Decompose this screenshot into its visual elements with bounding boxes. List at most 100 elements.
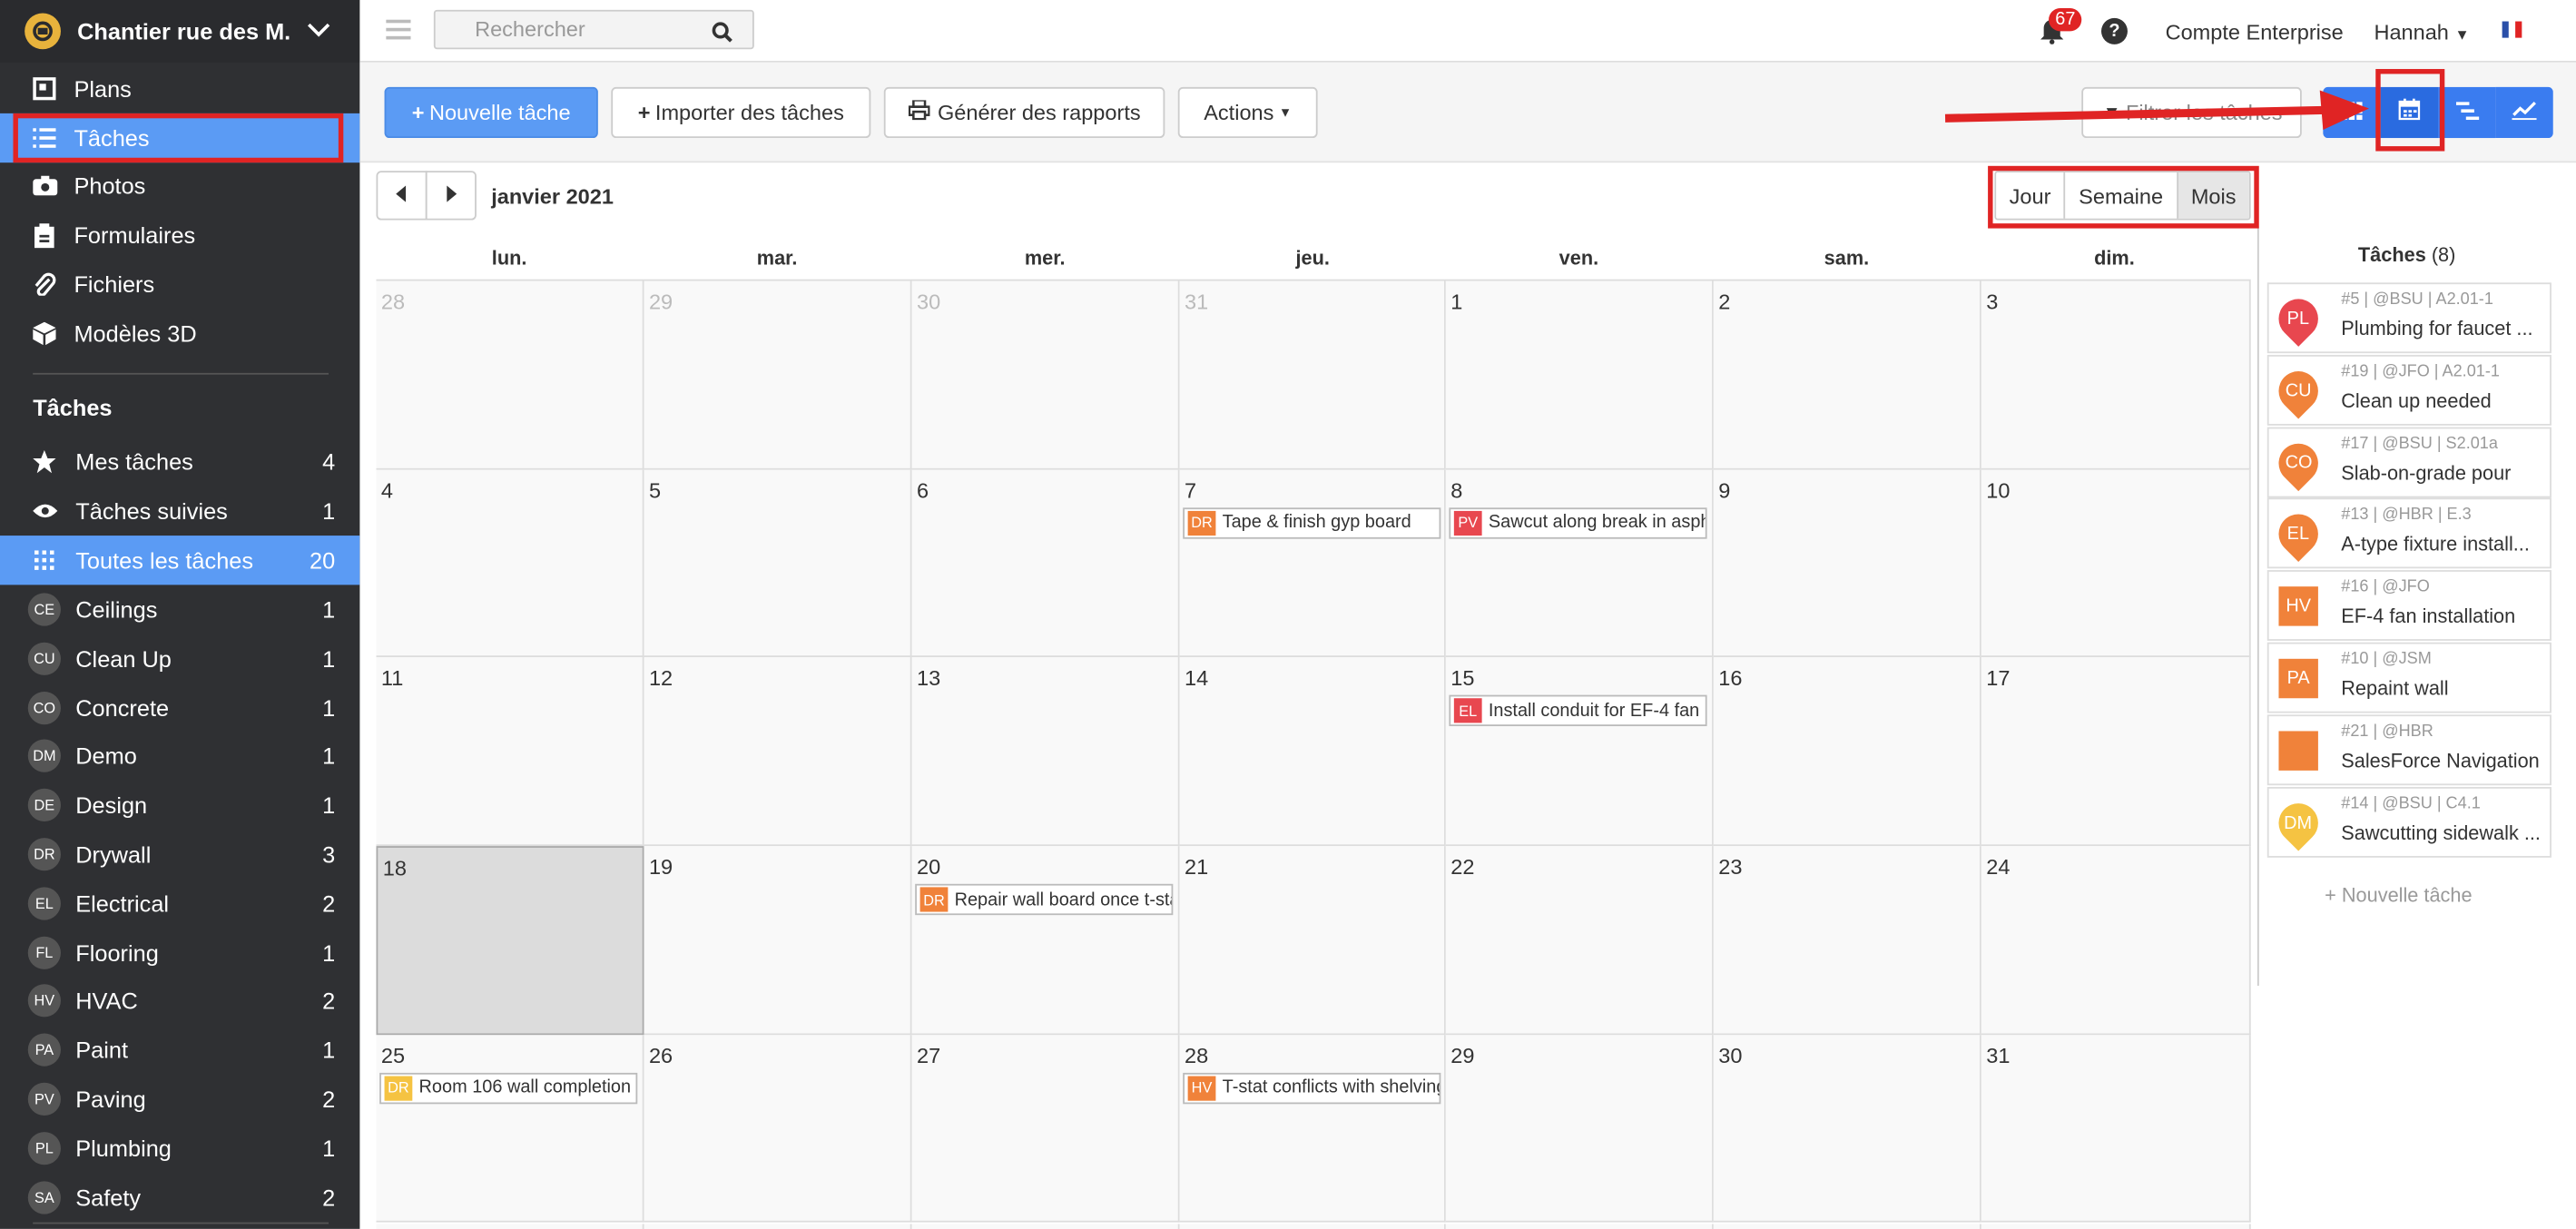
event-title: Sawcut along break in aspha — [1488, 513, 1707, 533]
calendar-day-cell[interactable]: 2 — [1713, 280, 1981, 470]
next-month-button[interactable] — [425, 171, 477, 221]
calendar-day-cell[interactable]: 28 — [376, 280, 644, 470]
calendar-day-cell[interactable]: 23 — [1713, 846, 1981, 1035]
calendar-day-cell[interactable]: 10 — [1981, 469, 2251, 658]
calendar-day-cell[interactable]: 3 — [1981, 280, 2251, 470]
filter-taches-suivies[interactable]: Tâches suivies 1 — [0, 487, 359, 536]
calendar-day-cell[interactable]: 21 — [1179, 846, 1446, 1035]
help-icon[interactable]: ? — [2100, 17, 2128, 44]
nav-modeles-3d[interactable]: Modèles 3D — [0, 309, 359, 358]
calendar-day-cell[interactable]: 6 — [911, 469, 1180, 658]
nav-formulaires[interactable]: Formulaires — [0, 211, 359, 260]
calendar-day-cell[interactable]: 9 — [1713, 469, 1981, 658]
category-flooring[interactable]: FL Flooring 1 — [0, 928, 359, 977]
calendar-day-cell[interactable]: 17 — [1981, 657, 2251, 847]
category-paving[interactable]: PV Paving 2 — [0, 1075, 359, 1124]
nav-plans[interactable]: Plans — [0, 64, 359, 113]
hamburger-icon[interactable] — [386, 19, 411, 44]
calendar-event[interactable]: DR Room 106 wall completion — [379, 1072, 638, 1104]
category-concrete[interactable]: CO Concrete 1 — [0, 683, 359, 732]
calendar-event[interactable]: DR Repair wall board once t-sta — [915, 883, 1174, 916]
calendar-day-cell[interactable]: 30 — [911, 280, 1180, 470]
calendar-day-cell[interactable]: 30 — [1713, 1034, 1981, 1224]
category-clean-up[interactable]: CU Clean Up 1 — [0, 634, 359, 683]
calendar-day-cell[interactable]: 28 — [1179, 1034, 1446, 1224]
import-tasks-button[interactable]: + Importer des tâches — [611, 86, 871, 139]
calendar-event[interactable]: DR Tape & finish gyp board — [1183, 506, 1441, 539]
generate-reports-button[interactable]: Générer des rapports — [883, 86, 1165, 139]
calendar-event[interactable]: PV Sawcut along break in aspha — [1449, 506, 1707, 539]
new-task-button[interactable]: + Nouvelle tâche — [384, 86, 598, 139]
calendar-day-cell[interactable] — [1445, 1223, 1714, 1229]
calendar-day-cell[interactable]: 31 — [1981, 1034, 2251, 1224]
calendar-day-cell[interactable]: 16 — [1713, 657, 1981, 847]
task-card[interactable]: DM #14 | @BSU | C4.1 Sawcutting sidewalk .… — [2266, 786, 2551, 858]
calendar-day-cell[interactable] — [1179, 1223, 1446, 1229]
calendar-day-cell[interactable]: 15 — [1445, 657, 1714, 847]
category-electrical[interactable]: EL Electrical 2 — [0, 879, 359, 928]
calendar-day-cell[interactable]: 29 — [1445, 1034, 1714, 1224]
view-gantt-button[interactable] — [2438, 86, 2496, 139]
category-hvac[interactable]: HV HVAC 2 — [0, 977, 359, 1026]
category-count: 2 — [322, 890, 336, 917]
category-ceilings[interactable]: CE Ceilings 1 — [0, 585, 359, 634]
nav-label: Photos — [74, 172, 146, 200]
calendar-day-cell[interactable]: 26 — [644, 1034, 912, 1224]
filter-toutes-les-taches[interactable]: Toutes les tâches 20 — [0, 536, 360, 585]
search-icon[interactable] — [712, 18, 733, 54]
search-input[interactable]: Rechercher — [433, 9, 754, 50]
calendar-day-cell[interactable]: 11 — [376, 657, 644, 847]
calendar-day-cell[interactable] — [1981, 1223, 2251, 1229]
calendar-day-cell[interactable]: 20 — [911, 846, 1180, 1035]
nav-fichiers[interactable]: Fichiers — [0, 260, 359, 309]
calendar-day-cell[interactable]: 5 — [644, 469, 912, 658]
calendar-day-cell[interactable] — [911, 1223, 1180, 1229]
task-card[interactable]: PL #5 | @BSU | A2.01-1 Plumbing for faucet… — [2266, 282, 2551, 354]
calendar-day-cell[interactable]: 22 — [1445, 846, 1714, 1035]
account-link[interactable]: Compte Enterprise — [2166, 20, 2344, 44]
prev-month-button[interactable] — [376, 171, 428, 221]
category-drywall[interactable]: DR Drywall 3 — [0, 830, 359, 879]
calendar-day-cell[interactable]: 4 — [376, 469, 644, 658]
nav-photos[interactable]: Photos — [0, 161, 359, 210]
calendar-day-cell[interactable]: 24 — [1981, 846, 2251, 1035]
calendar-day-cell[interactable]: 25 — [376, 1034, 644, 1224]
category-plumbing[interactable]: PL Plumbing 1 — [0, 1124, 359, 1173]
task-card[interactable]: CO #17 | @BSU | S2.01a Slab-on-grade pour — [2266, 426, 2551, 497]
calendar-day-cell[interactable]: 31 — [1179, 280, 1446, 470]
category-paint[interactable]: PA Paint 1 — [0, 1026, 359, 1075]
category-square-icon: HV — [2278, 586, 2318, 626]
category-badge: PV — [27, 1082, 61, 1116]
calendar-day-cell[interactable]: 18 — [376, 846, 644, 1035]
actions-dropdown[interactable]: Actions ▼ — [1177, 86, 1318, 139]
calendar-day-cell[interactable]: 27 — [911, 1034, 1180, 1224]
calendar-day-cell[interactable]: 29 — [644, 280, 912, 470]
category-demo[interactable]: DM Demo 1 — [0, 732, 359, 781]
filter-mes-taches[interactable]: Mes tâches 4 — [0, 437, 359, 486]
view-chart-button[interactable] — [2495, 86, 2553, 139]
project-selector[interactable]: Chantier rue des M... — [0, 0, 360, 63]
category-design[interactable]: DE Design 1 — [0, 781, 359, 830]
calendar-day-cell[interactable] — [1713, 1223, 1981, 1229]
calendar-day-cell[interactable]: 14 — [1179, 657, 1446, 847]
calendar-event[interactable]: EL Install conduit for EF-4 fan — [1449, 695, 1707, 727]
calendar-day-cell[interactable] — [644, 1223, 912, 1229]
task-card[interactable]: CU #19 | @JFO | A2.01-1 Clean up needed — [2266, 354, 2551, 426]
calendar-event[interactable]: HV T-stat conflicts with shelving — [1183, 1072, 1441, 1104]
calendar-day-cell[interactable] — [376, 1223, 644, 1229]
calendar-day-cell[interactable]: 19 — [644, 846, 912, 1035]
calendar-day-cell[interactable]: 8 — [1445, 469, 1714, 658]
french-flag-icon[interactable] — [2502, 21, 2522, 38]
category-safety[interactable]: SA Safety 2 — [0, 1173, 359, 1222]
task-card[interactable]: HV #16 | @JFO EF-4 fan installation — [2266, 570, 2551, 642]
user-menu[interactable]: Hannah ▼ — [2374, 20, 2469, 44]
task-card[interactable]: PA #10 | @JSM Repaint wall — [2266, 642, 2551, 713]
calendar-day-cell[interactable]: 7 — [1179, 469, 1446, 658]
calendar-day-cell[interactable]: 1 — [1445, 280, 1714, 470]
calendar-day-cell[interactable]: 13 — [911, 657, 1180, 847]
task-card[interactable]: #21 | @HBR SalesForce Navigation — [2266, 713, 2551, 785]
category-count: 1 — [322, 1135, 336, 1162]
calendar-day-cell[interactable]: 12 — [644, 657, 912, 847]
task-card[interactable]: EL #13 | @HBR | E.3 A-type fixture install… — [2266, 498, 2551, 569]
new-task-link[interactable]: + Nouvelle tâche — [2325, 884, 2472, 907]
